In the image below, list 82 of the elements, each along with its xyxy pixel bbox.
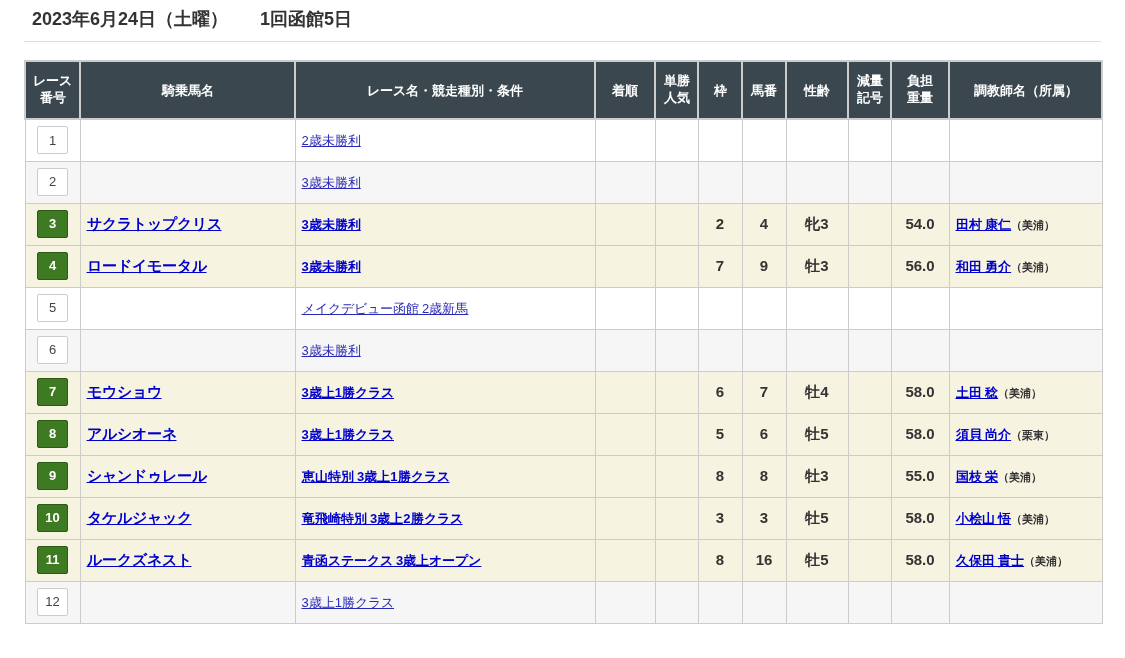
race-name-link[interactable]: 3歳未勝利: [301, 175, 361, 190]
trainer-link[interactable]: 国枝 栄: [955, 469, 999, 484]
race-name-link[interactable]: 3歳未勝利: [301, 217, 361, 232]
sex-age-cell: 牡5: [786, 413, 848, 455]
sex-age-cell: 牡3: [786, 245, 848, 287]
trainer-affiliation: （美浦）: [998, 471, 1043, 483]
meeting-title: 1回函館5日: [260, 8, 353, 31]
column-header: 単勝人気: [663, 71, 690, 106]
sex-age-cell: 牡5: [786, 539, 848, 581]
column-header: 枠: [713, 82, 727, 99]
weight-cell: 55.0: [891, 455, 949, 497]
trainer-affiliation: （美浦）: [1011, 261, 1056, 273]
race-number[interactable]: 2: [37, 168, 68, 196]
race-number[interactable]: 12: [37, 588, 68, 616]
sex-age-cell: 牡4: [786, 371, 848, 413]
weight-cell: 58.0: [891, 497, 949, 539]
race-number[interactable]: 9: [37, 462, 68, 490]
race-number[interactable]: 10: [37, 504, 68, 532]
horse-number-cell: 3: [742, 497, 786, 539]
column-header: 騎乗馬名: [161, 82, 214, 99]
race-number[interactable]: 5: [37, 294, 68, 322]
race-name-link[interactable]: 竜飛崎特別 3歳上2勝クラス: [301, 511, 463, 526]
race-number[interactable]: 1: [37, 126, 68, 155]
sex-age-cell: 牡5: [786, 497, 848, 539]
column-header: 着順: [612, 82, 638, 99]
horse-number-cell: 16: [742, 539, 786, 581]
page-date: 2023年6月24日（土曜）: [32, 8, 229, 31]
column-header: 減量記号: [856, 71, 883, 106]
trainer-affiliation: （美浦）: [1011, 513, 1056, 525]
trainer-link[interactable]: 土田 稔: [955, 385, 999, 400]
column-header: 性齢: [804, 82, 830, 99]
race-name-link[interactable]: 恵山特別 3歳上1勝クラス: [301, 469, 450, 484]
trainer-affiliation: （美浦）: [1024, 555, 1069, 567]
trainer-link[interactable]: 須貝 尚介: [955, 427, 1012, 442]
weight-cell: 58.0: [891, 413, 949, 455]
trainer-link[interactable]: 田村 康仁: [955, 217, 1012, 232]
frame-cell: 8: [698, 539, 742, 581]
horse-name-link[interactable]: ルークズネスト: [86, 551, 192, 568]
trainer-affiliation: （栗東）: [1011, 429, 1056, 441]
column-header: 馬番: [751, 82, 777, 99]
horse-name-link[interactable]: モウショウ: [86, 383, 162, 400]
frame-cell: 7: [698, 245, 742, 287]
horse-number-cell: 9: [742, 245, 786, 287]
weight-cell: 58.0: [891, 371, 949, 413]
trainer-affiliation: （美浦）: [998, 387, 1043, 399]
frame-cell: 2: [698, 203, 742, 245]
race-number[interactable]: 7: [37, 378, 68, 406]
trainer-link[interactable]: 和田 勇介: [955, 259, 1012, 274]
weight-cell: 58.0: [891, 539, 949, 581]
horse-name-link[interactable]: タケルジャック: [86, 509, 192, 526]
sex-age-cell: 牝3: [786, 203, 848, 245]
column-header: レース番号: [33, 71, 72, 106]
race-name-link[interactable]: 3歳上1勝クラス: [301, 427, 394, 442]
column-header: 調教師名（所属）: [973, 82, 1078, 99]
race-name-link[interactable]: 3歳未勝利: [301, 343, 361, 358]
trainer-link[interactable]: 久保田 貴士: [955, 553, 1025, 568]
column-header: レース名・競走種別・条件: [367, 82, 523, 99]
race-number[interactable]: 3: [37, 210, 68, 238]
weight-cell: 56.0: [891, 245, 949, 287]
trainer-affiliation: （美浦）: [1011, 219, 1056, 231]
race-number[interactable]: 11: [37, 546, 68, 574]
sex-age-cell: 牡3: [786, 455, 848, 497]
race-number[interactable]: 6: [37, 336, 68, 364]
horse-number-cell: 7: [742, 371, 786, 413]
horse-number-cell: 4: [742, 203, 786, 245]
race-name-link[interactable]: 3歳上1勝クラス: [301, 595, 394, 610]
frame-cell: 5: [698, 413, 742, 455]
trainer-link[interactable]: 小桧山 悟: [955, 511, 1012, 526]
race-number[interactable]: 8: [37, 420, 68, 448]
race-number[interactable]: 4: [37, 252, 68, 280]
column-header: 負担重量: [907, 71, 933, 106]
race-name-link[interactable]: メイクデビュー函館 2歳新馬: [301, 301, 469, 316]
frame-cell: 3: [698, 497, 742, 539]
race-name-link[interactable]: 3歳未勝利: [301, 259, 361, 274]
horse-number-cell: 6: [742, 413, 786, 455]
race-name-link[interactable]: 2歳未勝利: [301, 133, 361, 149]
frame-cell: 8: [698, 455, 742, 497]
race-name-link[interactable]: 3歳上1勝クラス: [301, 385, 394, 400]
horse-number-cell: 8: [742, 455, 786, 497]
weight-cell: 54.0: [891, 203, 949, 245]
horse-name-link[interactable]: アルシオーネ: [86, 425, 177, 442]
frame-cell: 6: [698, 371, 742, 413]
